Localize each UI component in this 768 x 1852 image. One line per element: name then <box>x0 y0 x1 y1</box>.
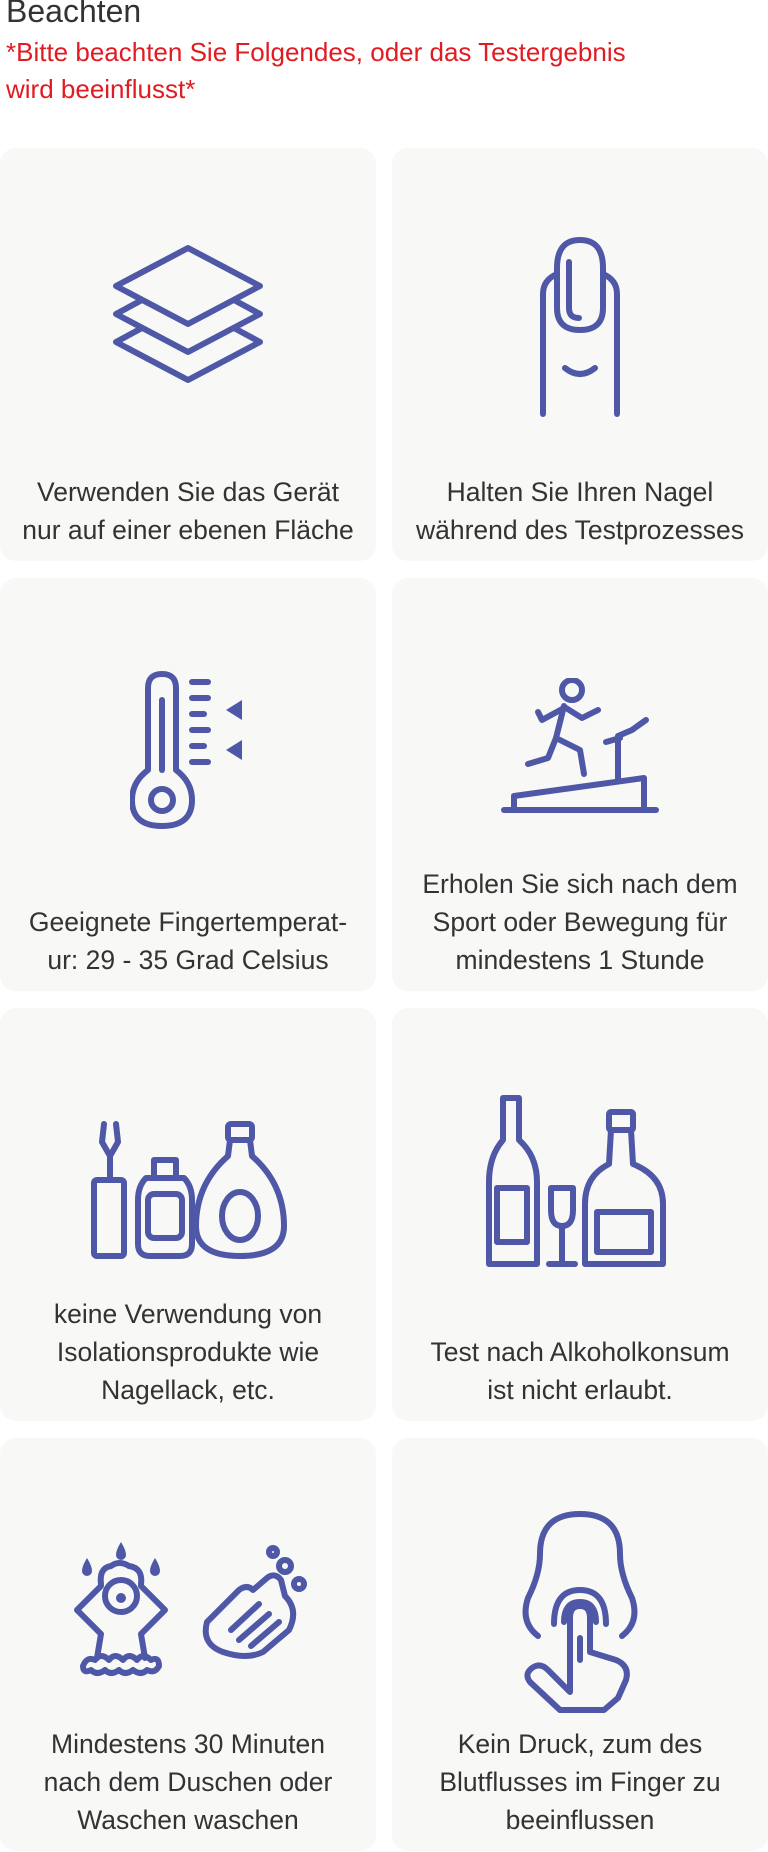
warning-line-1: *Bitte beachten Sie Folgendes, oder das … <box>6 37 626 67</box>
card-hold-nail: Halten Sie Ihren Nagel während des Testp… <box>392 148 768 561</box>
card-text: Halten Sie Ihren Nagel während des Testp… <box>415 477 744 545</box>
card-exercise-recovery: Erholen Sie sich nach dem Sport oder Bew… <box>392 578 768 991</box>
warning-subtitle: *Bitte beachten Sie Folgendes, oder das … <box>6 34 762 108</box>
card-text: Mindestens 30 Minuten nach dem Duschen o… <box>43 1729 333 1835</box>
card-no-pressure: Kein Druck, zum des Blutflusses im Finge… <box>392 1438 768 1851</box>
card-text: Verwenden Sie das Gerät nur auf einer eb… <box>22 477 354 545</box>
card-no-alcohol: Test nach Alkoholkonsum ist nicht erlaub… <box>392 1008 768 1421</box>
card-text: keine Verwendung von Isolationsprodukte … <box>53 1299 323 1405</box>
notice-header: Beachten *Bitte beachten Sie Folgendes, … <box>6 0 762 108</box>
page-title: Beachten <box>6 0 142 29</box>
thermometer-icon <box>0 670 376 830</box>
alcohol-bottles-icon <box>392 1092 768 1272</box>
finger-nail-icon <box>392 234 768 420</box>
warning-line-2: wird beeinflusst* <box>6 74 196 104</box>
treadmill-runner-icon <box>392 678 768 818</box>
card-temperature: Geeignete Fingertemperat- ur: 29 - 35 Gr… <box>0 578 376 991</box>
card-flat-surface: Verwenden Sie das Gerät nur auf einer eb… <box>0 148 376 561</box>
card-text: Erholen Sie sich nach dem Sport oder Bew… <box>422 869 738 975</box>
card-text: Test nach Alkoholkonsum ist nicht erlaub… <box>430 1337 730 1405</box>
layers-icon <box>0 238 376 383</box>
card-text: Geeignete Fingertemperat- ur: 29 - 35 Gr… <box>28 907 348 975</box>
finger-press-icon <box>392 1510 768 1716</box>
card-isolation-products: keine Verwendung von Isolationsprodukte … <box>0 1008 376 1421</box>
nail-polish-products-icon <box>0 1120 376 1260</box>
card-text: Kein Druck, zum des Blutflusses im Finge… <box>439 1729 721 1835</box>
shower-wash-hands-icon <box>0 1526 376 1686</box>
card-after-shower: Mindestens 30 Minuten nach dem Duschen o… <box>0 1438 376 1851</box>
